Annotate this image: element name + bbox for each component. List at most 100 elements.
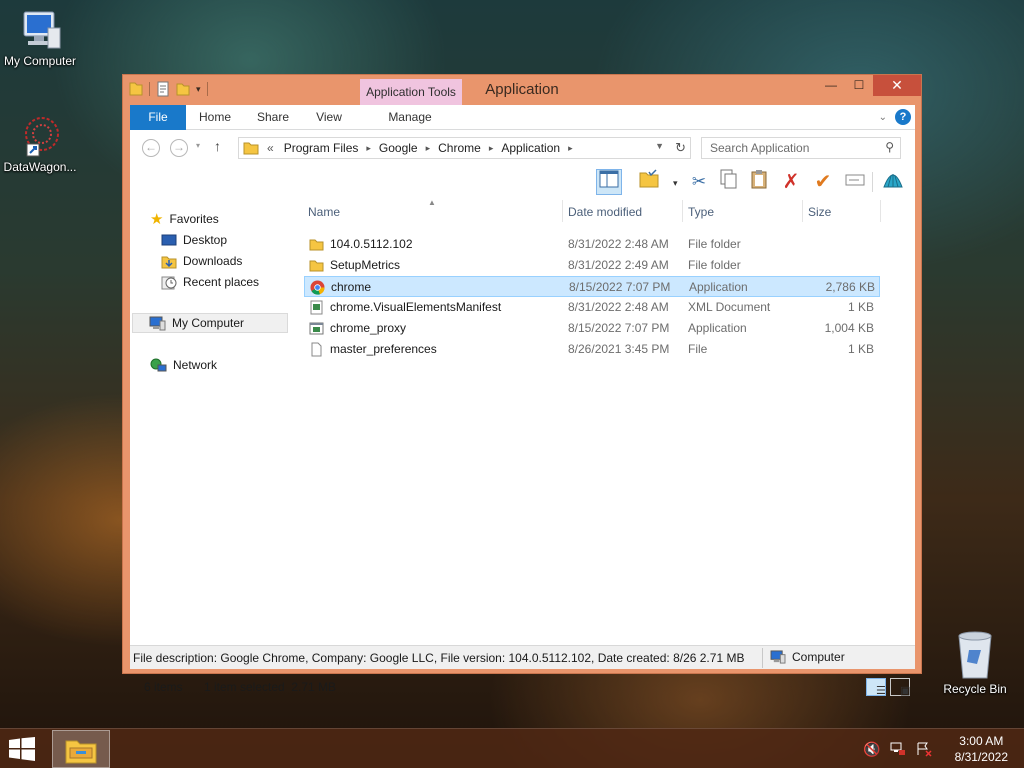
column-divider[interactable]: [682, 200, 683, 222]
organize-dropdown-icon[interactable]: ▾: [673, 178, 678, 189]
breadcrumb-separator-icon[interactable]: ▸: [568, 143, 573, 154]
up-button[interactable]: ↑: [214, 138, 221, 154]
nav-network[interactable]: Network: [150, 355, 217, 375]
file-size: [804, 234, 874, 255]
file-description: File description: Google Chrome, Company…: [133, 651, 745, 665]
desktop-icon-recycle-bin[interactable]: Recycle Bin: [935, 630, 1015, 696]
tab-manage[interactable]: Manage: [380, 105, 440, 130]
file-row[interactable]: chrome_proxy 8/15/2022 7:07 PM Application…: [304, 318, 880, 339]
file-row[interactable]: SetupMetrics 8/31/2022 2:49 AM File folder: [304, 255, 880, 276]
tab-file[interactable]: File: [130, 105, 186, 130]
column-header-size[interactable]: Size: [804, 198, 880, 226]
breadcrumb-separator-icon[interactable]: ▸: [366, 143, 371, 154]
navigation-pane: ★ Favorites Desktop Downloads Recent pla…: [130, 198, 300, 628]
nav-downloads-label: Downloads: [183, 254, 243, 268]
column-divider[interactable]: [802, 200, 803, 222]
details-view-button[interactable]: ☰: [866, 678, 886, 697]
desktop-icon-my-computer[interactable]: My Computer: [0, 10, 80, 68]
command-toolbar: ▾ ✂ ✗ ✔: [130, 166, 915, 198]
nav-favorites[interactable]: ★ Favorites: [150, 209, 219, 229]
minimize-button[interactable]: —: [817, 75, 845, 96]
column-divider[interactable]: [880, 200, 881, 222]
taskbar-file-explorer[interactable]: [52, 730, 110, 768]
volume-muted-icon[interactable]: 🔇: [863, 741, 880, 758]
recent-locations-icon[interactable]: ▾: [196, 141, 200, 150]
address-overflow[interactable]: «: [267, 141, 274, 155]
breadcrumb-program-files[interactable]: Program Files: [284, 141, 359, 155]
file-size: [804, 255, 874, 276]
nav-recent-label: Recent places: [183, 275, 260, 289]
rename-button[interactable]: ✔: [810, 169, 836, 195]
clock-date: 8/31/2022: [954, 750, 1008, 764]
address-bar[interactable]: « Program Files ▸ Google ▸ Chrome ▸ Appl…: [238, 137, 691, 159]
nav-network-label: Network: [173, 358, 218, 372]
ribbon-right-controls: ⌄ ?: [879, 109, 911, 125]
search-placeholder: Search Application: [710, 141, 810, 155]
file-type: XML Document: [688, 300, 771, 314]
file-date-modified: 8/31/2022 2:49 AM: [568, 258, 669, 272]
column-divider[interactable]: [562, 200, 563, 222]
maximize-button[interactable]: ☐: [845, 75, 873, 96]
file-name: chrome_proxy: [330, 321, 407, 335]
breadcrumb-separator-icon[interactable]: ▸: [489, 143, 494, 154]
start-button[interactable]: [8, 737, 36, 764]
computer-icon: [770, 650, 786, 664]
details-view-icon: ☰: [876, 685, 886, 697]
breadcrumb-google[interactable]: Google: [379, 141, 418, 155]
tab-view[interactable]: View: [304, 105, 354, 130]
large-icons-view-button[interactable]: ▣: [890, 678, 911, 697]
desktop-icon: [161, 234, 177, 245]
breadcrumb-application[interactable]: Application: [501, 141, 560, 155]
star-icon: ★: [150, 211, 164, 228]
nav-recent-places[interactable]: Recent places: [161, 272, 259, 292]
title-bar[interactable]: ▾ Application Tools Application — ☐ ✕: [123, 75, 921, 105]
file-row[interactable]: master_preferences 8/26/2021 3:45 PM File 1…: [304, 339, 880, 360]
clock-time: 3:00 AM: [959, 734, 1004, 748]
column-header-date-modified[interactable]: Date modified: [564, 198, 682, 226]
expand-ribbon-icon[interactable]: ⌄: [879, 112, 887, 123]
address-dropdown-icon[interactable]: ▼: [655, 141, 664, 151]
system-tray: 🔇 3:00 AM 8/31/2022: [863, 733, 1008, 765]
file-row[interactable]: chrome 8/15/2022 7:07 PM Application 2,786 …: [304, 276, 880, 297]
refresh-icon[interactable]: ↻: [675, 140, 686, 156]
nav-my-computer[interactable]: My Computer: [132, 313, 288, 333]
properties-toolbar-button[interactable]: [636, 169, 662, 195]
file-name: 104.0.5112.102: [330, 237, 413, 251]
tab-share[interactable]: Share: [248, 105, 298, 130]
file-row[interactable]: chrome.VisualElementsManifest 8/31/2022 2…: [304, 297, 880, 318]
file-type: Application: [688, 321, 747, 335]
shell-button[interactable]: [880, 169, 906, 195]
breadcrumb-chrome[interactable]: Chrome: [438, 141, 481, 155]
desktop-icon-datawagon[interactable]: DataWagon...: [0, 114, 80, 174]
nav-desktop[interactable]: Desktop: [161, 230, 227, 250]
desktop-icon-label: Recycle Bin: [943, 682, 1007, 696]
back-button[interactable]: ←: [142, 139, 160, 157]
copy-button[interactable]: [716, 169, 742, 195]
select-button[interactable]: [842, 169, 868, 195]
column-header-name[interactable]: Name: [304, 198, 562, 226]
nav-downloads[interactable]: Downloads: [161, 251, 242, 271]
search-input[interactable]: Search Application ⚲: [701, 137, 901, 159]
file-row[interactable]: 104.0.5112.102 8/31/2022 2:48 AM File fold…: [304, 234, 880, 255]
search-icon[interactable]: ⚲: [885, 140, 894, 154]
file-size: 1 KB: [847, 300, 874, 314]
recent-places-icon: [161, 276, 177, 289]
help-icon[interactable]: ?: [895, 109, 911, 125]
breadcrumb-separator-icon[interactable]: ▸: [426, 143, 431, 154]
network-tray-icon[interactable]: [889, 741, 907, 757]
preview-pane-button[interactable]: [596, 169, 622, 195]
forward-button[interactable]: →: [170, 139, 188, 157]
file-name: master_preferences: [330, 342, 437, 356]
action-center-icon[interactable]: [915, 741, 933, 757]
column-header-type[interactable]: Type: [684, 198, 802, 226]
tab-home[interactable]: Home: [190, 105, 240, 130]
delete-button[interactable]: ✗: [778, 169, 804, 195]
file-date-modified: 8/26/2021 3:45 PM: [568, 342, 670, 356]
cut-button[interactable]: ✂: [686, 169, 712, 195]
paste-button[interactable]: [746, 169, 772, 195]
close-button[interactable]: ✕: [873, 75, 921, 96]
large-icons-view-icon: ▣: [900, 685, 911, 697]
datawagon-shortcut-icon: [25, 117, 59, 157]
file-type: Application: [689, 280, 748, 294]
clock[interactable]: 3:00 AM 8/31/2022: [955, 733, 1008, 765]
